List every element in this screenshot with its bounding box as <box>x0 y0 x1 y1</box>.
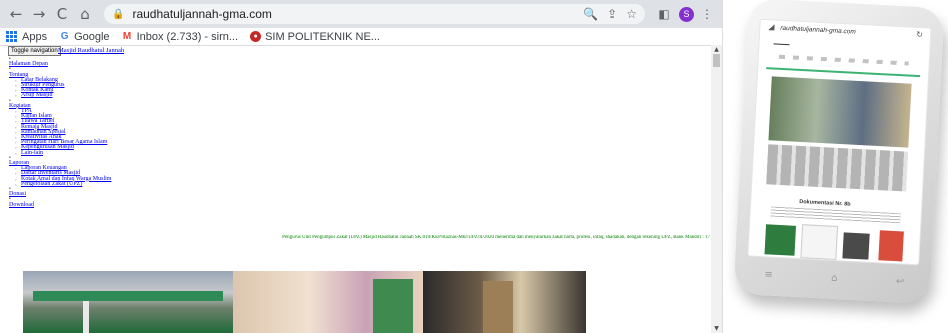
bookmark-star-icon[interactable]: ☆ <box>626 7 637 21</box>
bookmark-google[interactable]: G Google <box>59 31 110 43</box>
phone-signal-icon: ◢ <box>768 22 775 32</box>
submenu-kegiatan: TPA Kajian Islam Tilawa Tartiel Remaja M… <box>9 108 111 156</box>
bookmark-sim[interactable]: ● SIM POLITEKNIK NE... <box>250 31 380 43</box>
sim-icon: ● <box>250 31 262 42</box>
gmail-icon: M <box>122 31 132 42</box>
main-menu: • Halaman Depan • Tentang Latar Belakang… <box>9 57 111 208</box>
phone-menu-bar <box>778 54 909 66</box>
site-brand-link[interactable]: Masjid Raudhatul Jannah <box>58 46 124 55</box>
phone-section-title: Dokumentasi Nr. 8b <box>799 198 851 208</box>
menu-item-home: • Halaman Depan <box>9 57 111 67</box>
submenu-laporan: Laporan Keuangan Daftar Inventaris Masji… <box>9 165 111 187</box>
menu-item-donasi: • Donasi <box>9 187 111 197</box>
slider-photo-2 <box>233 271 423 333</box>
phone-photo-grid <box>766 144 909 192</box>
forward-icon[interactable]: → <box>29 4 49 24</box>
address-bar[interactable]: 🔒 raudhatuljannah-gma.com 🔍 ⇪ ☆ <box>104 4 645 24</box>
vertical-scrollbar[interactable]: ▲ ▼ <box>711 45 722 333</box>
google-icon: G <box>60 31 69 42</box>
home-icon[interactable]: ⌂ <box>75 4 95 24</box>
phone-hero-photo <box>768 76 912 148</box>
menu-item-kegiatan: • Kegiatan TPA Kajian Islam Tilawa Tarti… <box>9 99 111 156</box>
phone-card-3 <box>842 232 870 260</box>
zoom-icon[interactable]: 🔍 <box>583 7 598 21</box>
photo-slider[interactable] <box>23 271 586 333</box>
phone-menu-icon: ≡ <box>764 269 774 281</box>
announcement-marquee: Pengurus Unit Pengumpul Zakat (UPZ) Masj… <box>282 235 710 240</box>
back-icon[interactable]: ← <box>6 4 26 24</box>
apps-grid-icon <box>6 31 17 42</box>
bookmarks-bar: Apps G Google M Inbox (2.733) - sirn... … <box>0 28 722 46</box>
share-icon[interactable]: ⇪ <box>607 7 617 21</box>
bookmark-apps[interactable]: Apps <box>6 31 47 43</box>
reload-icon[interactable]: C <box>52 4 72 24</box>
url-text[interactable]: raudhatuljannah-gma.com <box>132 7 574 21</box>
page-viewport: Toggle navigation Masjid Raudhatul Janna… <box>0 45 711 333</box>
phone-back-icon: ↩ <box>895 276 905 288</box>
slider-photo-1 <box>23 271 233 333</box>
browser-window: ← → C ⌂ 🔒 raudhatuljannah-gma.com 🔍 ⇪ ☆ … <box>0 0 723 333</box>
scroll-up-icon[interactable]: ▲ <box>711 46 722 53</box>
phone-text-lines <box>770 206 901 224</box>
menu-kebab-icon[interactable]: ⋮ <box>698 5 716 23</box>
scrollbar-thumb[interactable] <box>713 54 720 67</box>
menu-item-laporan: • Laporan Laporan Keuangan Daftar Invent… <box>9 156 111 187</box>
slider-photo-3 <box>423 271 586 333</box>
phone-site-logo <box>773 35 790 46</box>
bookmark-inbox[interactable]: M Inbox (2.733) - sirn... <box>122 31 238 43</box>
phone-refresh-icon: ↻ <box>915 29 924 40</box>
browser-toolbar: ← → C ⌂ 🔒 raudhatuljannah-gma.com 🔍 ⇪ ☆ … <box>0 0 722 28</box>
phone-card-1 <box>764 224 797 256</box>
menu-item-tentang: • Tentang Latar Belakang Struktur Pengur… <box>9 67 111 98</box>
phone-card-2 <box>800 224 839 261</box>
phone-screen: ◢ raudhatuljannah-gma.com ↻ Dokumentasi … <box>747 18 932 266</box>
phone-marquee-line <box>766 67 921 78</box>
submenu-tentang: Latar Belakang Struktur Pengurus Kontak … <box>9 77 111 99</box>
sidepanel-icon[interactable]: ◧ <box>655 5 673 23</box>
phone-mockup: ◢ raudhatuljannah-gma.com ↻ Dokumentasi … <box>733 0 945 304</box>
phone-nav-buttons: ≡ ⌂ ↩ <box>764 269 904 287</box>
phone-card-4 <box>878 230 904 262</box>
menu-link-download[interactable]: Download <box>9 202 111 208</box>
profile-avatar[interactable]: S <box>679 6 694 22</box>
toggle-navigation-button[interactable]: Toggle navigation <box>8 46 61 56</box>
phone-home-icon: ⌂ <box>830 272 838 285</box>
phone-url: raudhatuljannah-gma.com <box>780 24 856 36</box>
menu-item-download: • Download <box>9 197 111 207</box>
lock-icon: 🔒 <box>112 8 125 20</box>
scroll-down-icon[interactable]: ▼ <box>711 325 722 332</box>
